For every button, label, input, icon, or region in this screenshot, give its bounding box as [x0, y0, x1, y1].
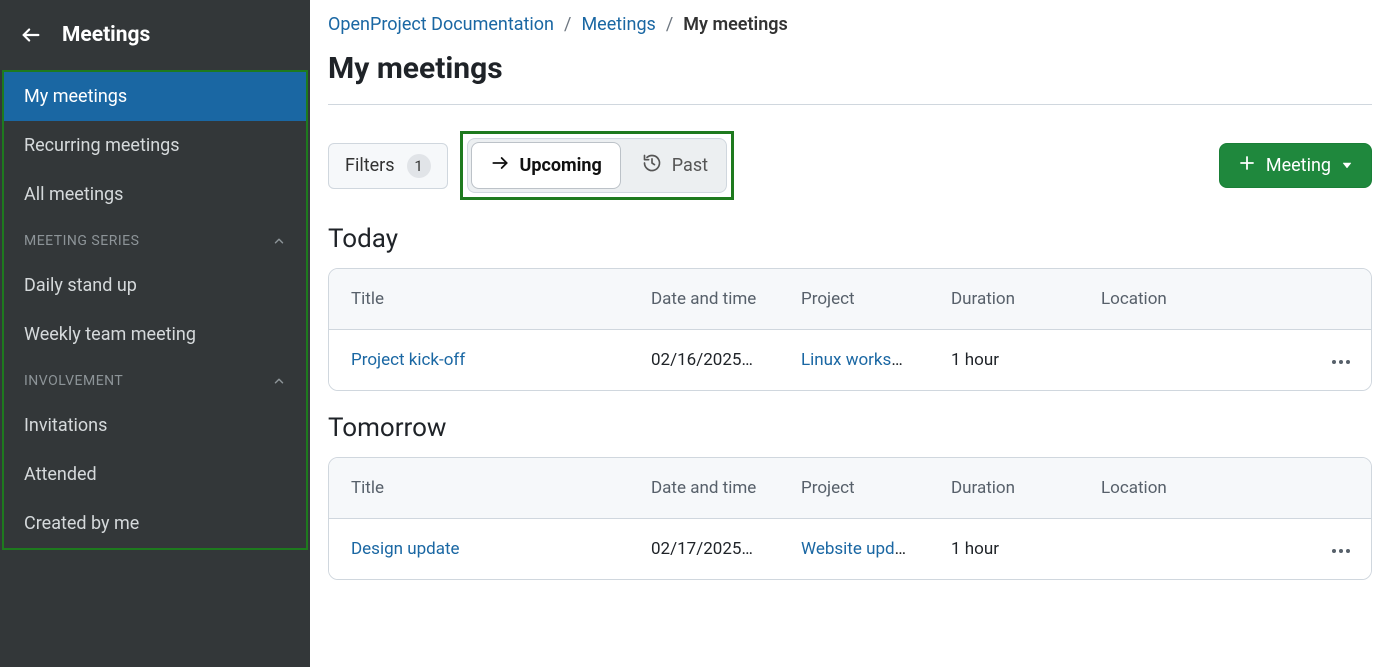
sidebar: Meetings My meetings Recurring meetings …: [0, 0, 310, 667]
column-duration[interactable]: Duration: [929, 269, 1079, 329]
cell-title: Project kick-off: [329, 330, 629, 390]
sidebar-item-label: Recurring meetings: [24, 135, 180, 156]
column-project[interactable]: Project: [779, 458, 929, 518]
project-link[interactable]: Linux worksh...: [801, 350, 914, 370]
sidebar-section-label: INVOLVEMENT: [24, 373, 123, 389]
cell-title: Design update: [329, 519, 629, 579]
sidebar-header: Meetings: [0, 0, 310, 70]
tab-label: Upcoming: [520, 155, 602, 176]
meetings-table: Title Date and time Project Duration Loc…: [328, 268, 1372, 391]
breadcrumb-link[interactable]: OpenProject Documentation: [328, 14, 554, 35]
cell-datetime: 02/17/2025 ...: [629, 519, 779, 579]
tab-label: Past: [672, 155, 708, 176]
sidebar-section-meeting-series[interactable]: MEETING SERIES: [4, 219, 306, 261]
sidebar-item-my-meetings[interactable]: My meetings: [4, 72, 306, 121]
cell-project: Linux worksh...: [779, 330, 929, 390]
sidebar-item-daily-stand-up[interactable]: Daily stand up: [4, 261, 306, 310]
kebab-icon: [1331, 350, 1351, 370]
cell-datetime: 02/16/2025 ...: [629, 330, 779, 390]
column-location[interactable]: Location: [1079, 269, 1311, 329]
arrow-right-icon: [490, 153, 510, 178]
meeting-link[interactable]: Project kick-off: [351, 350, 465, 370]
sidebar-title: Meetings: [62, 23, 150, 47]
breadcrumb-separator: /: [564, 14, 571, 35]
row-actions-button[interactable]: [1311, 519, 1371, 579]
breadcrumb-current: My meetings: [683, 14, 787, 35]
sidebar-section-label: MEETING SERIES: [24, 233, 139, 249]
caret-down-icon: [1341, 155, 1353, 176]
sidebar-item-weekly-team-meeting[interactable]: Weekly team meeting: [4, 310, 306, 359]
breadcrumb: OpenProject Documentation / Meetings / M…: [328, 0, 1372, 41]
sidebar-item-label: My meetings: [24, 86, 127, 107]
main-content: OpenProject Documentation / Meetings / M…: [310, 0, 1390, 667]
cell-duration: 1 hour: [929, 519, 1079, 579]
cell-project: Website upd...: [779, 519, 929, 579]
history-icon: [642, 153, 662, 178]
group-heading: Today: [328, 224, 1372, 254]
toolbar: Filters 1 Upcoming Past: [328, 105, 1372, 202]
meeting-link[interactable]: Design update: [351, 539, 460, 559]
table-header: Title Date and time Project Duration Loc…: [329, 458, 1371, 519]
sidebar-section-involvement[interactable]: INVOLVEMENT: [4, 359, 306, 401]
cell-duration: 1 hour: [929, 330, 1079, 390]
button-label: Meeting: [1266, 155, 1331, 176]
segmented-control: Upcoming Past: [467, 138, 728, 193]
meeting-group: Tomorrow Title Date and time Project Dur…: [328, 413, 1372, 580]
sidebar-item-created-by-me[interactable]: Created by me: [4, 499, 306, 548]
new-meeting-button[interactable]: Meeting: [1219, 143, 1372, 188]
back-arrow-icon[interactable]: [20, 24, 42, 46]
column-title[interactable]: Title: [329, 458, 629, 518]
chevron-up-icon: [272, 374, 286, 388]
row-actions-button[interactable]: [1311, 330, 1371, 390]
column-datetime[interactable]: Date and time: [629, 269, 779, 329]
sidebar-item-invitations[interactable]: Invitations: [4, 401, 306, 450]
column-datetime[interactable]: Date and time: [629, 458, 779, 518]
table-row: Design update 02/17/2025 ... Website upd…: [329, 519, 1371, 579]
kebab-icon: [1331, 539, 1351, 559]
sidebar-item-all-meetings[interactable]: All meetings: [4, 170, 306, 219]
column-title[interactable]: Title: [329, 269, 629, 329]
sidebar-item-attended[interactable]: Attended: [4, 450, 306, 499]
breadcrumb-link[interactable]: Meetings: [581, 14, 655, 35]
column-project[interactable]: Project: [779, 269, 929, 329]
segmented-highlight-box: Upcoming Past: [460, 131, 735, 200]
tab-upcoming[interactable]: Upcoming: [471, 142, 621, 189]
filters-label: Filters: [345, 155, 395, 176]
cell-location: [1079, 529, 1311, 569]
table-row: Project kick-off 02/16/2025 ... Linux wo…: [329, 330, 1371, 390]
sidebar-item-recurring-meetings[interactable]: Recurring meetings: [4, 121, 306, 170]
table-header: Title Date and time Project Duration Loc…: [329, 269, 1371, 330]
meeting-group: Today Title Date and time Project Durati…: [328, 224, 1372, 391]
sidebar-item-label: All meetings: [24, 184, 123, 205]
filters-count-badge: 1: [407, 154, 431, 178]
project-link[interactable]: Website upd...: [801, 539, 908, 559]
column-location[interactable]: Location: [1079, 458, 1311, 518]
sidebar-highlight-box: My meetings Recurring meetings All meeti…: [2, 70, 308, 550]
filters-button[interactable]: Filters 1: [328, 143, 448, 189]
tab-past[interactable]: Past: [624, 139, 726, 192]
page-title: My meetings: [328, 41, 1372, 105]
meetings-table: Title Date and time Project Duration Loc…: [328, 457, 1372, 580]
cell-location: [1079, 340, 1311, 380]
column-duration[interactable]: Duration: [929, 458, 1079, 518]
group-heading: Tomorrow: [328, 413, 1372, 443]
breadcrumb-separator: /: [666, 14, 673, 35]
plus-icon: [1238, 154, 1256, 177]
chevron-up-icon: [272, 234, 286, 248]
